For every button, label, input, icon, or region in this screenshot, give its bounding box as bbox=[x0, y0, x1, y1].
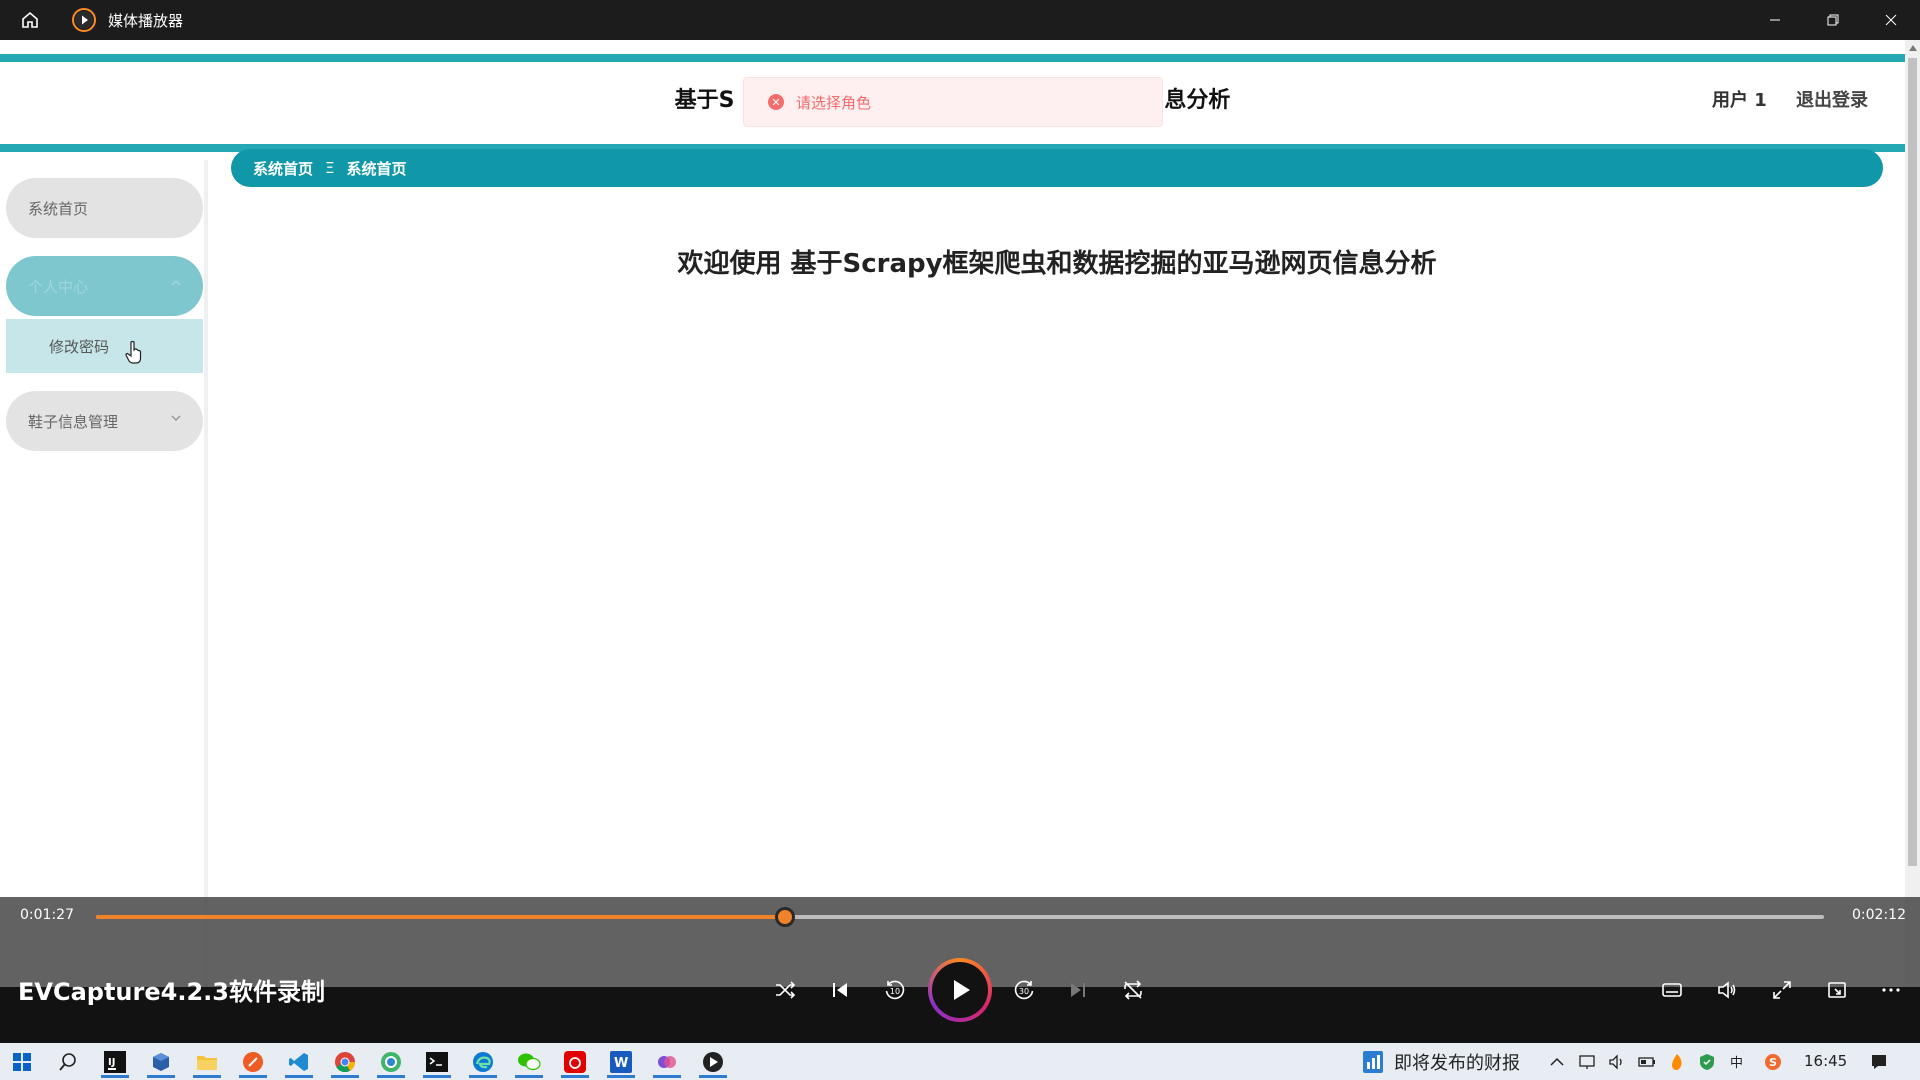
svg-text:S: S bbox=[1769, 1056, 1777, 1069]
sidebar-item-shoes-management[interactable]: 鞋子信息管理 bbox=[6, 391, 203, 451]
logout-link[interactable]: 退出登录 bbox=[1796, 86, 1868, 112]
error-toast: ✕ 请选择角色 bbox=[743, 77, 1163, 127]
next-icon[interactable] bbox=[1056, 968, 1100, 1012]
error-circle-icon: ✕ bbox=[768, 94, 784, 110]
fullscreen-icon[interactable] bbox=[1760, 968, 1804, 1012]
app-icon[interactable] bbox=[647, 1045, 687, 1078]
repeat-icon[interactable] bbox=[1111, 968, 1155, 1012]
scrollbar-thumb[interactable] bbox=[1908, 58, 1917, 866]
chevron-down-icon bbox=[171, 415, 181, 422]
rewind-10-icon[interactable]: 10 bbox=[873, 968, 917, 1012]
restore-icon[interactable] bbox=[1804, 0, 1862, 40]
breadcrumb-current: 系统首页 bbox=[346, 159, 407, 178]
intellij-icon[interactable]: IJ bbox=[95, 1045, 135, 1078]
svg-text:10: 10 bbox=[890, 987, 900, 996]
file-explorer-icon[interactable] bbox=[187, 1045, 227, 1078]
forward-30-icon[interactable]: 30 bbox=[1002, 968, 1046, 1012]
sidebar-item-label: 系统首页 bbox=[28, 199, 89, 218]
browser-icon[interactable] bbox=[371, 1045, 411, 1078]
tray-overflow-icon[interactable] bbox=[1546, 1051, 1568, 1073]
sidebar-subitem-change-password[interactable]: 修改密码 bbox=[6, 319, 203, 373]
minimize-icon[interactable] bbox=[1746, 0, 1804, 40]
play-button[interactable] bbox=[928, 958, 992, 1022]
svg-text:中: 中 bbox=[1730, 1056, 1743, 1071]
news-widget[interactable]: 即将发布的财报 bbox=[1362, 1046, 1520, 1077]
sidebar-item-home[interactable]: 系统首页 bbox=[6, 178, 203, 238]
sogou-icon[interactable]: S bbox=[1762, 1051, 1784, 1073]
header-accent-strip bbox=[0, 54, 1905, 62]
site-title-prefix: 基于S bbox=[674, 88, 735, 113]
volume-icon[interactable] bbox=[1705, 968, 1749, 1012]
toast-message: 请选择角色 bbox=[796, 93, 872, 112]
svg-text:W: W bbox=[614, 1056, 628, 1071]
battery-icon[interactable] bbox=[1636, 1051, 1658, 1073]
breadcrumb-separator: Ξ bbox=[325, 159, 335, 177]
flame-tray-icon[interactable] bbox=[1666, 1051, 1688, 1073]
window-title: 媒体播放器 bbox=[108, 11, 184, 30]
shuffle-icon[interactable] bbox=[763, 968, 807, 1012]
sidebar-item-personal-center[interactable]: 个人中心 bbox=[6, 256, 203, 316]
duration: 0:02:12 bbox=[1852, 907, 1906, 923]
svg-text:IJ: IJ bbox=[108, 1057, 115, 1068]
previous-icon[interactable] bbox=[818, 968, 862, 1012]
network-icon[interactable] bbox=[1576, 1051, 1598, 1073]
input-method-icon[interactable]: 中 bbox=[1726, 1051, 1748, 1073]
welcome-heading: 欢迎使用 基于Scrapy框架爬虫和数据挖掘的亚马逊网页信息分析 bbox=[677, 249, 1437, 279]
security-shield-icon[interactable] bbox=[1696, 1051, 1718, 1073]
taskbar-clock[interactable]: 16:45 bbox=[1804, 1052, 1847, 1070]
start-icon[interactable] bbox=[2, 1045, 42, 1078]
stock-news-icon bbox=[1363, 1050, 1383, 1073]
video-caption: EVCapture4.2.3软件录制 bbox=[18, 978, 325, 1006]
chevron-up-icon bbox=[171, 279, 181, 286]
seek-bar-progress bbox=[96, 915, 786, 919]
notification-icon[interactable] bbox=[1868, 1051, 1890, 1073]
media-player-icon[interactable] bbox=[693, 1045, 733, 1078]
seek-bar[interactable] bbox=[96, 907, 1824, 927]
page-scrollbar[interactable] bbox=[1905, 40, 1920, 1043]
word-icon[interactable]: W bbox=[601, 1045, 641, 1078]
current-user-label: 用户 1 bbox=[1712, 90, 1767, 111]
chrome-icon[interactable] bbox=[325, 1045, 365, 1078]
terminal-icon[interactable] bbox=[417, 1045, 457, 1078]
postman-icon[interactable] bbox=[233, 1045, 273, 1078]
media-player-icon bbox=[72, 8, 96, 32]
news-text: 即将发布的财报 bbox=[1394, 1052, 1520, 1074]
sidebar-item-label: 个人中心 bbox=[28, 277, 89, 296]
subtitles-icon[interactable] bbox=[1650, 968, 1694, 1012]
current-time: 0:01:27 bbox=[20, 907, 74, 923]
svg-text:30: 30 bbox=[1019, 987, 1029, 996]
search-icon[interactable] bbox=[48, 1045, 88, 1078]
media-player-titlebar: 媒体播放器 bbox=[0, 0, 1920, 40]
speaker-icon[interactable] bbox=[1606, 1051, 1628, 1073]
breadcrumb-home[interactable]: 系统首页 bbox=[253, 158, 313, 179]
virtualbox-icon[interactable] bbox=[141, 1045, 181, 1078]
scroll-up-icon[interactable] bbox=[1905, 42, 1920, 54]
more-icon[interactable] bbox=[1869, 968, 1913, 1012]
netease-music-icon[interactable] bbox=[555, 1045, 595, 1078]
miniplayer-icon[interactable] bbox=[1815, 968, 1859, 1012]
wechat-icon[interactable] bbox=[509, 1045, 549, 1078]
breadcrumb: 系统首页 Ξ 系统首页 bbox=[231, 149, 1883, 187]
sidebar-item-label: 鞋子信息管理 bbox=[28, 412, 119, 431]
video-frame: 基于S 息分析 用户 1 退出登录 ✕ 请选择角色 系统首页 个人中心 修改密码 … bbox=[0, 40, 1920, 1043]
edge-icon[interactable] bbox=[463, 1045, 503, 1078]
site-title-suffix: 息分析 bbox=[1164, 88, 1231, 113]
home-icon[interactable] bbox=[0, 0, 60, 40]
close-icon[interactable] bbox=[1862, 0, 1920, 40]
windows-taskbar: IJ W 即将发布的财报 中 S 16:45 bbox=[0, 1043, 1920, 1080]
sidebar-item-label: 修改密码 bbox=[49, 337, 110, 356]
vscode-icon[interactable] bbox=[279, 1045, 319, 1078]
hand-cursor-icon bbox=[125, 340, 142, 364]
play-icon bbox=[932, 962, 988, 1018]
